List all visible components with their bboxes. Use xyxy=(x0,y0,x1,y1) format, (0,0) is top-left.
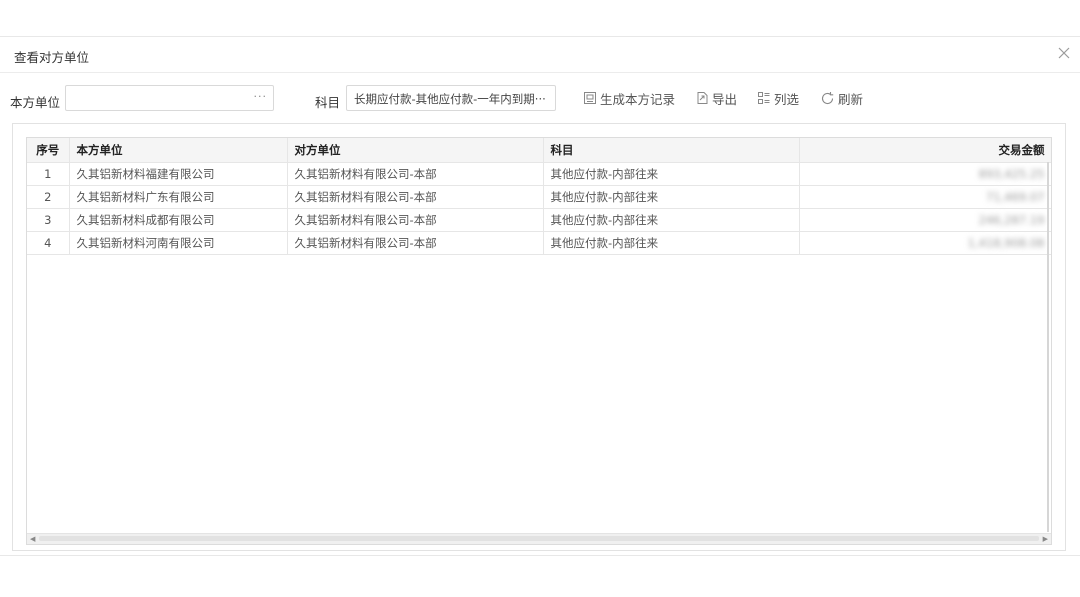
scrollbar-thumb[interactable] xyxy=(39,536,1039,541)
export-button[interactable]: 导出 xyxy=(695,89,737,107)
cell-index: 3 xyxy=(27,208,70,232)
cell-subject: 其他应付款-内部往来 xyxy=(543,162,800,186)
columns-icon xyxy=(758,92,770,104)
counterparty-grid: 序号 本方单位 对方单位 科目 交易金额 1 久其铝新材料福建有限公司 久其铝新… xyxy=(26,137,1052,545)
vertical-scrollbar[interactable] xyxy=(1047,162,1049,532)
generate-own-record-button[interactable]: 生成本方记录 xyxy=(583,89,675,107)
cell-own-unit: 久其铝新材料成都有限公司 xyxy=(69,208,288,232)
column-select-label: 列选 xyxy=(774,91,800,107)
column-select-button[interactable]: 列选 xyxy=(757,89,799,107)
subject-label: 科目 xyxy=(315,95,341,110)
table-row[interactable]: 2 久其铝新材料广东有限公司 久其铝新材料有限公司-本部 其他应付款-内部往来 … xyxy=(27,185,1051,209)
cell-counterparty-unit: 久其铝新材料有限公司-本部 xyxy=(287,162,544,186)
unit-label: 本方单位 xyxy=(10,95,61,110)
header-amount[interactable]: 交易金额 xyxy=(799,138,1051,163)
cell-subject: 其他应付款-内部往来 xyxy=(543,231,800,255)
cell-amount: 1,418,908.08 xyxy=(799,231,1051,255)
table-row[interactable]: 3 久其铝新材料成都有限公司 久其铝新材料有限公司-本部 其他应付款-内部往来 … xyxy=(27,208,1051,232)
record-icon xyxy=(584,92,596,104)
cell-amount: 893,425.25 xyxy=(799,162,1051,186)
header-counterparty-unit[interactable]: 对方单位 xyxy=(287,138,544,163)
header-index[interactable]: 序号 xyxy=(27,138,70,163)
refresh-button[interactable]: 刷新 xyxy=(820,89,863,107)
export-icon xyxy=(697,92,708,104)
results-panel: 序号 本方单位 对方单位 科目 交易金额 1 久其铝新材料福建有限公司 久其铝新… xyxy=(12,123,1066,551)
horizontal-scrollbar[interactable]: ◀ ▶ xyxy=(27,533,1051,544)
close-icon[interactable] xyxy=(1056,45,1072,61)
cell-index: 1 xyxy=(27,162,70,186)
cell-subject: 其他应付款-内部往来 xyxy=(543,208,800,232)
subject-picker-input[interactable]: 长期应付款-其他应付款-一年内到期··· xyxy=(346,85,556,111)
cell-counterparty-unit: 久其铝新材料有限公司-本部 xyxy=(287,208,544,232)
cell-own-unit: 久其铝新材料河南有限公司 xyxy=(69,231,288,255)
toolbar: 本方单位 ··· 科目 长期应付款-其他应付款-一年内到期··· 生成本方记录 … xyxy=(0,83,1080,113)
export-label: 导出 xyxy=(712,91,738,107)
generate-own-record-label: 生成本方记录 xyxy=(600,91,676,107)
counterparty-table: 序号 本方单位 对方单位 科目 交易金额 1 久其铝新材料福建有限公司 久其铝新… xyxy=(27,138,1051,255)
table-row[interactable]: 4 久其铝新材料河南有限公司 久其铝新材料有限公司-本部 其他应付款-内部往来 … xyxy=(27,231,1051,255)
cell-amount: 246,287.19 xyxy=(799,208,1051,232)
cell-index: 4 xyxy=(27,231,70,255)
refresh-icon xyxy=(821,91,834,104)
dialog-title: 查看对方单位 xyxy=(14,50,90,65)
refresh-label: 刷新 xyxy=(838,91,864,107)
header-subject[interactable]: 科目 xyxy=(543,138,800,163)
cell-counterparty-unit: 久其铝新材料有限公司-本部 xyxy=(287,185,544,209)
table-row[interactable]: 1 久其铝新材料福建有限公司 久其铝新材料有限公司-本部 其他应付款-内部往来 … xyxy=(27,162,1051,186)
dialog-header: 查看对方单位 xyxy=(0,37,1080,73)
cell-counterparty-unit: 久其铝新材料有限公司-本部 xyxy=(287,231,544,255)
cell-subject: 其他应付款-内部往来 xyxy=(543,185,800,209)
view-counterparty-dialog: 查看对方单位 本方单位 ··· 科目 长期应付款-其他应付款-一年内到期··· … xyxy=(0,36,1080,556)
scroll-right-icon[interactable]: ▶ xyxy=(1043,534,1048,544)
header-own-unit[interactable]: 本方单位 xyxy=(69,138,288,163)
cell-own-unit: 久其铝新材料福建有限公司 xyxy=(69,162,288,186)
scroll-left-icon[interactable]: ◀ xyxy=(30,534,35,544)
unit-picker-input[interactable]: ··· xyxy=(65,85,274,111)
table-header-row: 序号 本方单位 对方单位 科目 交易金额 xyxy=(27,138,1051,163)
cell-own-unit: 久其铝新材料广东有限公司 xyxy=(69,185,288,209)
subject-value: 长期应付款-其他应付款-一年内到期··· xyxy=(354,92,546,106)
cell-amount: 71,469.07 xyxy=(799,185,1051,209)
unit-picker-ellipsis-icon[interactable]: ··· xyxy=(254,90,268,103)
cell-index: 2 xyxy=(27,185,70,209)
